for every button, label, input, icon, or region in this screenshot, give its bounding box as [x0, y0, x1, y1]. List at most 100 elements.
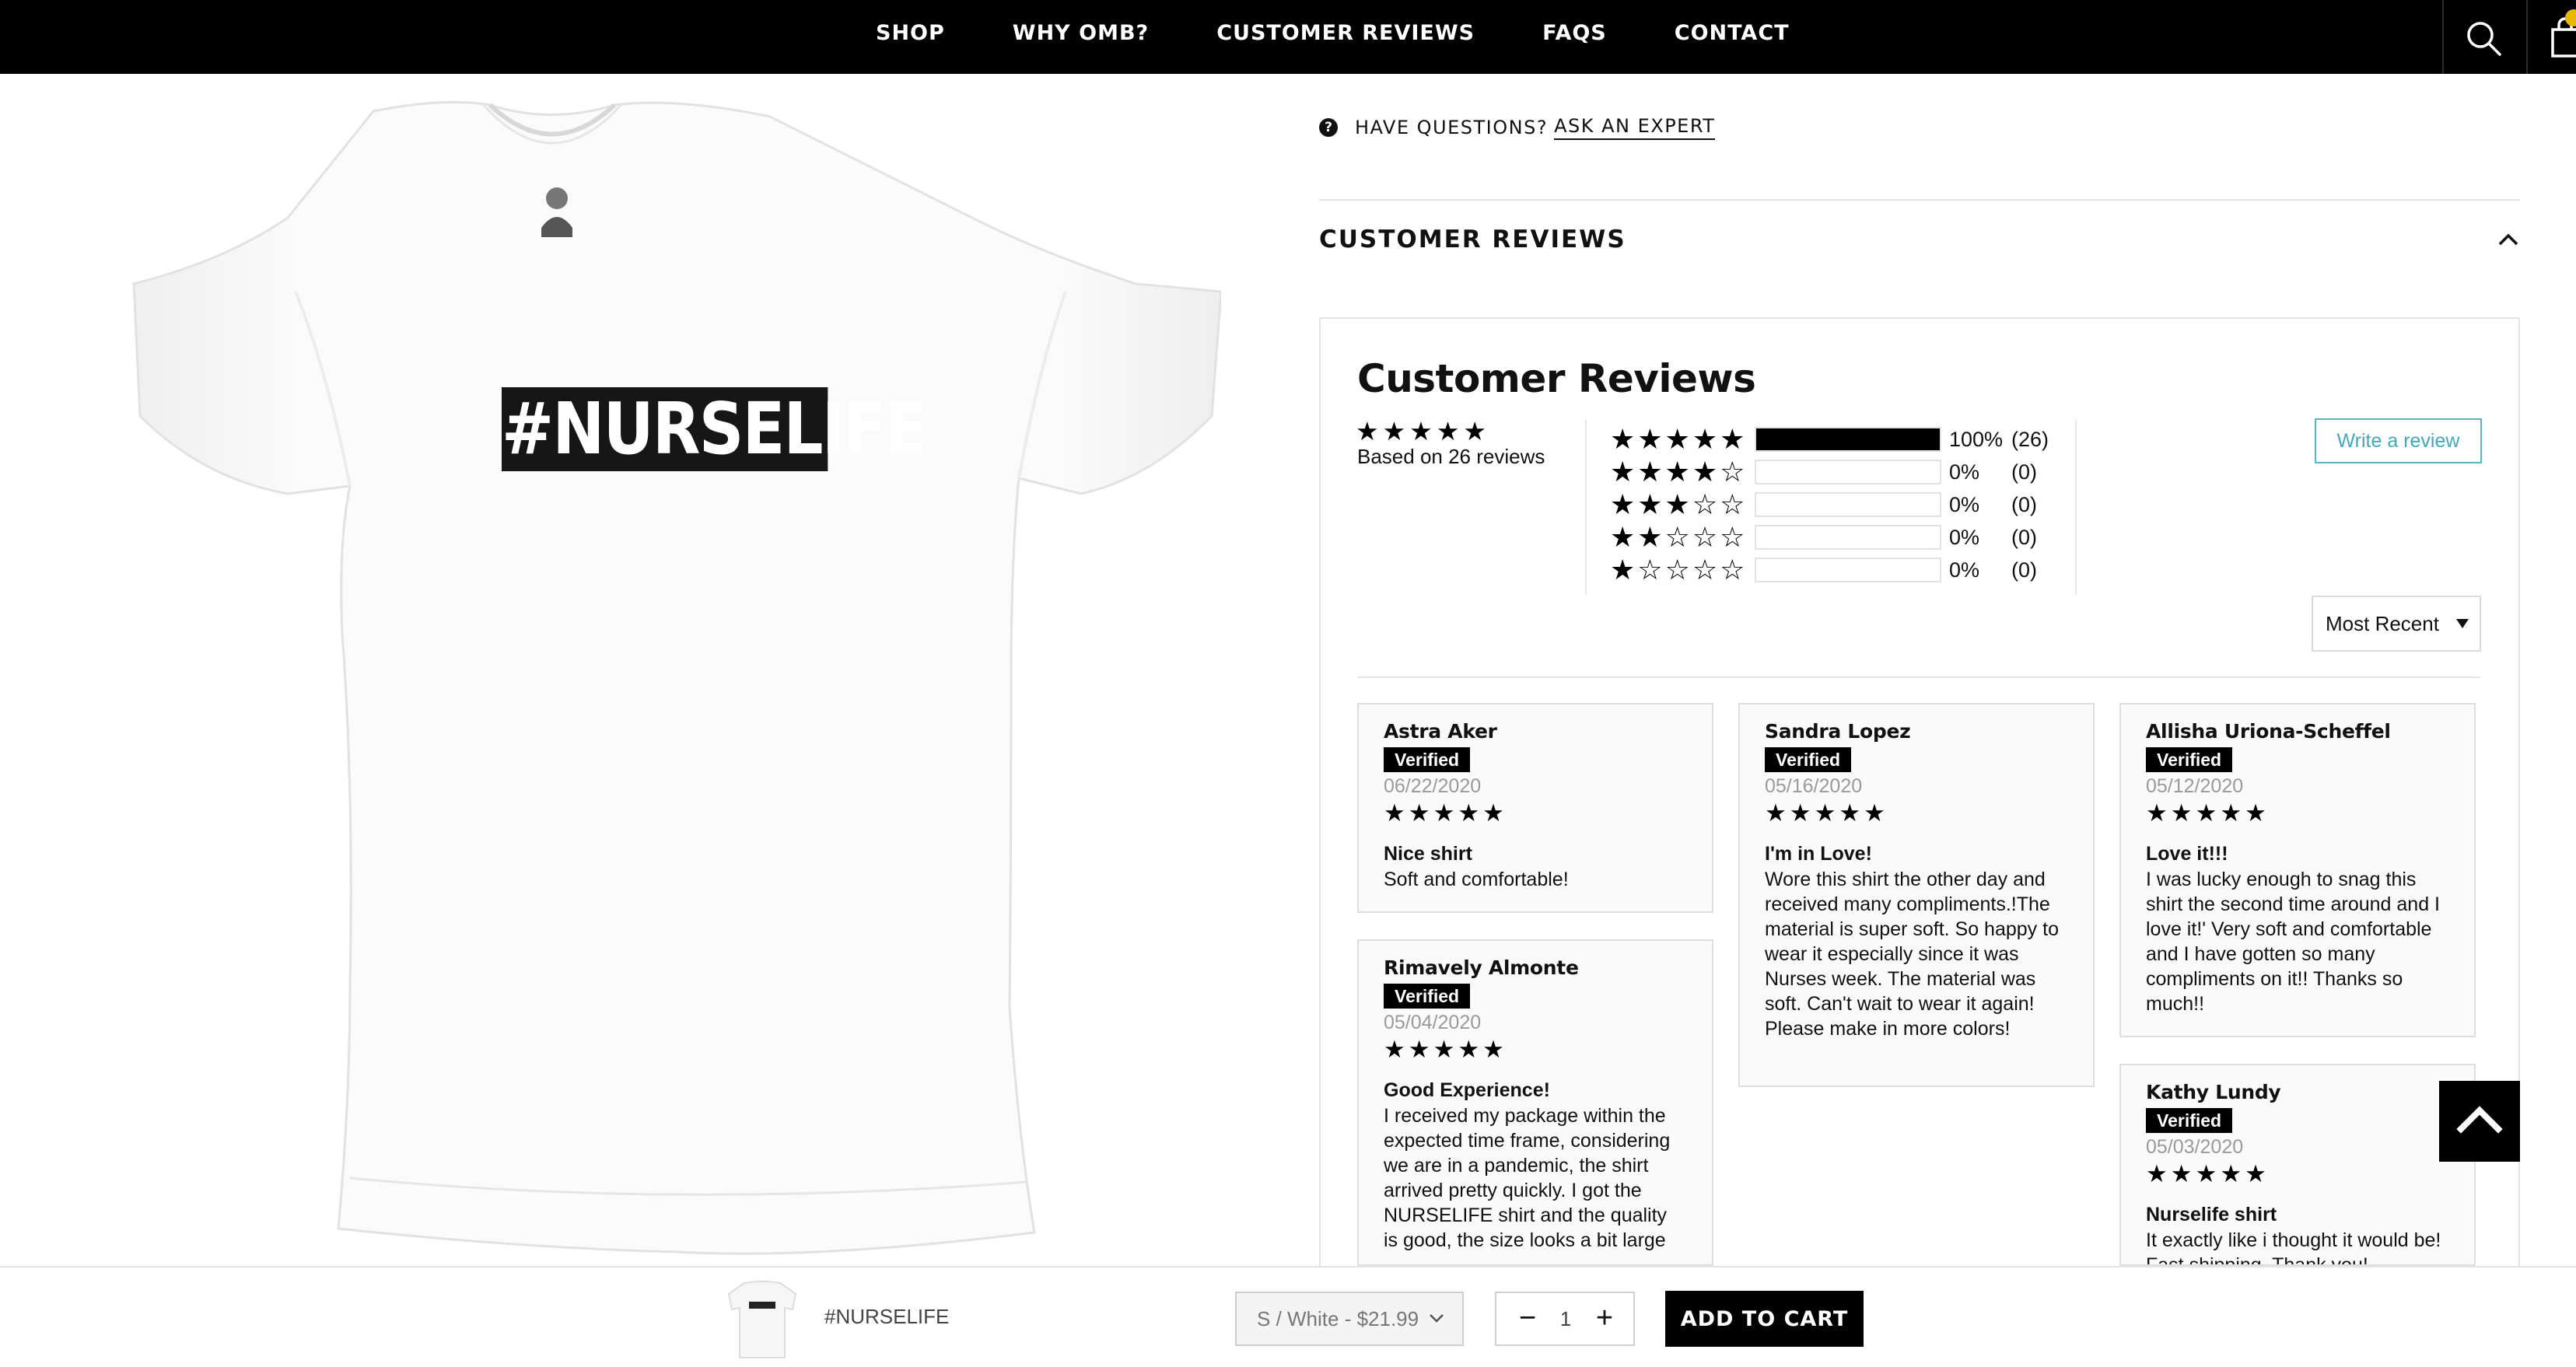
- chevron-up-icon[interactable]: [2497, 230, 2520, 249]
- histogram-row-5[interactable]: ★★★★★ 100% (26): [1610, 423, 2049, 455]
- average-rating-stars: ★★★★★: [1356, 417, 1490, 446]
- question-icon: ?: [1319, 118, 1338, 137]
- reviews-divider: [1357, 677, 2480, 678]
- quantity-decrease-button[interactable]: −: [1512, 1293, 1543, 1344]
- review-card: Allisha Uriona-Scheffel Verified 05/12/2…: [2119, 703, 2476, 1037]
- quantity-increase-button[interactable]: +: [1588, 1293, 1621, 1344]
- review-body: I received my package within the expecte…: [1384, 1105, 1671, 1251]
- review-date: 05/16/2020: [1765, 775, 1863, 797]
- histogram-bar: [1755, 460, 1941, 484]
- review-title: Nice shirt: [1384, 843, 1472, 865]
- review-card: Rimavely Almonte Verified 05/04/2020 ★★★…: [1357, 939, 1713, 1266]
- reviewer-name: Astra Aker: [1384, 720, 1497, 743]
- variant-select[interactable]: S / White - $21.99: [1235, 1292, 1464, 1346]
- chevron-up-icon: [2456, 1106, 2503, 1134]
- verified-badge: Verified: [1765, 747, 1852, 772]
- shirt-print-text: #NURSELIFE: [502, 387, 927, 471]
- nav-faqs[interactable]: FAQS: [1542, 21, 1607, 45]
- sort-select-value: Most Recent: [2326, 611, 2439, 635]
- brand-logo-icon: [546, 187, 568, 209]
- caret-down-icon: [2456, 619, 2469, 628]
- sort-select[interactable]: Most Recent: [2312, 596, 2481, 652]
- histogram-bar: [1755, 492, 1941, 517]
- review-card: Astra Aker Verified 06/22/2020 ★★★★★ Nic…: [1357, 703, 1713, 913]
- review-body: Soft and comfortable!: [1384, 869, 1569, 890]
- histogram-bar: [1755, 427, 1941, 452]
- nav-why-omb[interactable]: WHY OMB?: [1013, 21, 1149, 45]
- histogram-percent: 0%: [1949, 558, 1980, 582]
- reviewer-name: Rimavely Almonte: [1384, 956, 1579, 979]
- review-title: Nurselife shirt: [2146, 1204, 2277, 1225]
- histogram-stars: ★★★★☆: [1610, 456, 1748, 488]
- histogram-stars: ★★★☆☆: [1610, 488, 1748, 520]
- ask-an-expert-link[interactable]: ASK AN EXPERT: [1554, 115, 1716, 140]
- review-stars: ★★★★★: [1765, 799, 1888, 827]
- summary-divider: [1585, 420, 1587, 595]
- chevron-down-icon: [1430, 1314, 1444, 1323]
- variant-select-value: S / White - $21.99: [1257, 1306, 1419, 1330]
- verified-badge: Verified: [1384, 984, 1471, 1009]
- nav-divider: [2526, 0, 2528, 74]
- histogram-stars: ★★☆☆☆: [1610, 521, 1748, 553]
- histogram-stars: ★☆☆☆☆: [1610, 554, 1748, 586]
- review-title: Good Experience!: [1384, 1079, 1550, 1101]
- reviewer-name: Allisha Uriona-Scheffel: [2146, 720, 2391, 743]
- reviews-widget-title: Customer Reviews: [1357, 356, 1756, 401]
- quantity-input[interactable]: 1: [1548, 1293, 1584, 1344]
- histogram-row-4[interactable]: ★★★★☆ 0% (0): [1610, 456, 2037, 488]
- review-body: Wore this shirt the other day and receiv…: [1765, 869, 2059, 1040]
- histogram-bar: [1755, 525, 1941, 550]
- have-questions: ? HAVE QUESTIONS? ASK AN EXPERT: [1319, 115, 1716, 140]
- histogram-bar-fill: [1756, 428, 1940, 450]
- histogram-count: (0): [2011, 558, 2037, 582]
- write-review-button[interactable]: Write a review: [2315, 418, 2482, 463]
- review-body: It exactly like i thought it would be! F…: [2146, 1229, 2441, 1266]
- search-icon[interactable]: [2462, 17, 2506, 61]
- histogram-row-2[interactable]: ★★☆☆☆ 0% (0): [1610, 521, 2037, 553]
- verified-badge: Verified: [2146, 747, 2233, 772]
- histogram-stars: ★★★★★: [1610, 423, 1748, 455]
- review-card: Sandra Lopez Verified 05/16/2020 ★★★★★ I…: [1738, 703, 2095, 1087]
- histogram-row-1[interactable]: ★☆☆☆☆ 0% (0): [1610, 554, 2037, 586]
- histogram-bar: [1755, 558, 1941, 582]
- histogram-percent: 0%: [1949, 525, 1980, 549]
- top-navigation: SHOP WHY OMB? CUSTOMER REVIEWS FAQS CONT…: [0, 0, 2576, 74]
- histogram-count: (0): [2011, 492, 2037, 516]
- reviewer-name: Sandra Lopez: [1765, 720, 1911, 743]
- quantity-stepper: − 1 +: [1495, 1292, 1635, 1346]
- histogram-row-3[interactable]: ★★★☆☆ 0% (0): [1610, 488, 2037, 520]
- verified-badge: Verified: [2146, 1108, 2233, 1133]
- sticky-product-name: #NURSELIFE: [824, 1305, 950, 1328]
- main-menu: SHOP WHY OMB? CUSTOMER REVIEWS FAQS CONT…: [876, 0, 1857, 66]
- review-title: Love it!!!: [2146, 843, 2228, 865]
- product-thumbnail: [727, 1281, 797, 1358]
- histogram-count: (0): [2011, 460, 2037, 484]
- section-divider: [1319, 199, 2520, 201]
- review-card: Kathy Lundy Verified 05/03/2020 ★★★★★ Nu…: [2119, 1064, 2476, 1266]
- based-on-count: Based on 26 reviews: [1357, 445, 1545, 468]
- verified-badge: Verified: [1384, 747, 1471, 772]
- reviewer-name: Kathy Lundy: [2146, 1081, 2281, 1103]
- histogram-count: (26): [2011, 427, 2049, 451]
- review-title: I'm in Love!: [1765, 843, 1872, 865]
- review-date: 05/03/2020: [2146, 1136, 2244, 1158]
- histogram-percent: 0%: [1949, 460, 1980, 484]
- histogram-count: (0): [2011, 525, 2037, 549]
- add-to-cart-button[interactable]: ADD TO CART: [1665, 1291, 1864, 1347]
- histogram-percent: 0%: [1949, 492, 1980, 516]
- nav-divider: [2442, 0, 2444, 74]
- product-image[interactable]: [117, 89, 1221, 1275]
- review-stars: ★★★★★: [2146, 1160, 2270, 1187]
- nav-contact[interactable]: CONTACT: [1675, 21, 1790, 45]
- review-date: 06/22/2020: [1384, 775, 1482, 797]
- review-stars: ★★★★★: [2146, 799, 2270, 827]
- customer-reviews-heading[interactable]: CUSTOMER REVIEWS: [1319, 226, 1626, 253]
- nav-customer-reviews[interactable]: CUSTOMER REVIEWS: [1216, 21, 1475, 45]
- review-stars: ★★★★★: [1384, 1036, 1507, 1063]
- questions-prefix: HAVE QUESTIONS?: [1355, 117, 1549, 138]
- histogram-percent: 100%: [1949, 427, 2004, 451]
- nav-shop[interactable]: SHOP: [876, 21, 945, 45]
- review-date: 05/04/2020: [1384, 1012, 1482, 1033]
- histogram-divider: [2075, 420, 2077, 595]
- back-to-top-button[interactable]: [2439, 1081, 2520, 1162]
